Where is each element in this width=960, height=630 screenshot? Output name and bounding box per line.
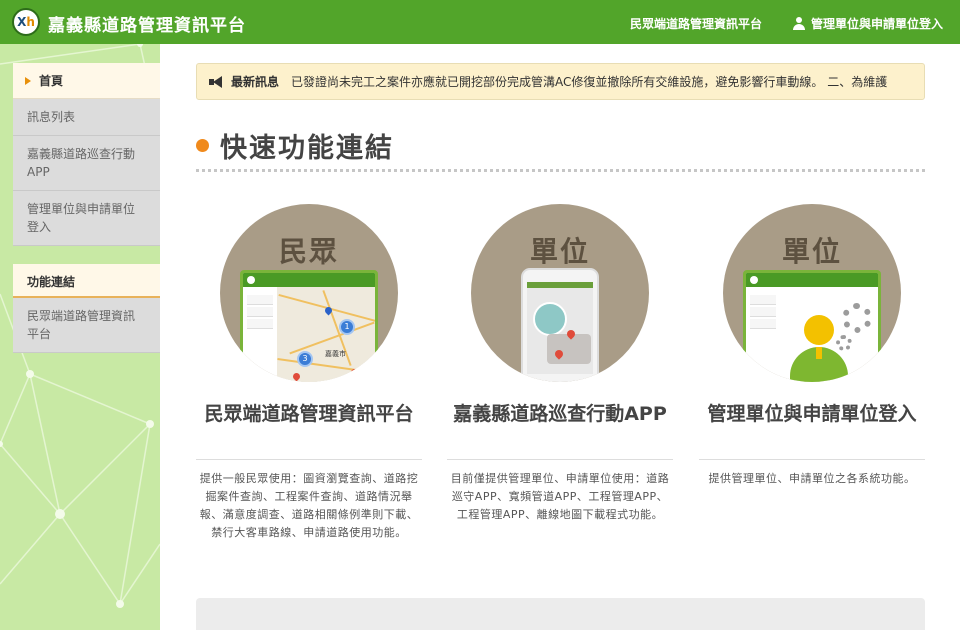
gear-icon — [836, 335, 852, 351]
bottom-panel — [196, 598, 925, 630]
map-city-label: 嘉義市 — [325, 350, 346, 358]
card-description: 提供管理單位、申請單位之各系統功能。 — [708, 472, 916, 485]
card-divider — [699, 459, 925, 460]
card-image-circle[interactable]: 單位 — [723, 204, 901, 382]
map-pin-icon — [291, 371, 302, 382]
top-header: Xh 嘉義縣道路管理資訊平台 民眾端道路管理資訊平台 管理單位與申請單位登入 — [0, 0, 960, 44]
section-title: 快速功能連結 — [220, 133, 394, 164]
tie-icon — [816, 347, 822, 359]
card-image-circle[interactable]: 民眾 1 3 嘉義市 — [220, 204, 398, 382]
megaphone-icon — [209, 75, 225, 88]
sidebar-group-title: 功能連結 — [13, 264, 160, 298]
card-title[interactable]: 嘉義縣道路巡查行動APP — [447, 402, 673, 426]
sidebar-item-public-platform[interactable]: 民眾端道路管理資訊平台 — [13, 298, 160, 353]
map-illustration: 1 3 嘉義市 — [277, 287, 375, 382]
person-head-icon — [804, 315, 834, 345]
gear-icon — [842, 303, 872, 333]
sidebar-item-patrol-app[interactable]: 嘉義縣道路巡查行動APP — [13, 136, 160, 191]
site-title[interactable]: 嘉義縣道路管理資訊平台 — [48, 11, 246, 36]
sidebar-item-home[interactable]: 首頁 — [13, 63, 160, 99]
news-label: 最新訊息 — [231, 75, 280, 89]
triangle-right-icon — [25, 76, 31, 85]
nav-public-platform-link[interactable]: 民眾端道路管理資訊平台 — [630, 15, 762, 32]
bullet-dot-icon — [196, 139, 209, 152]
card-description: 目前僅提供管理單位、申請單位使用：道路巡守APP、寬頻管道APP、工程管理APP… — [450, 472, 670, 521]
dotted-divider — [196, 169, 925, 172]
card-divider — [447, 459, 673, 460]
user-icon — [792, 16, 806, 31]
monitor-map-illustration: 1 3 嘉義市 — [240, 270, 378, 382]
card-description: 提供一般民眾使用：圖資瀏覽查詢、道路挖掘案件查詢、工程案件查詢、道路情況舉報、滿… — [199, 472, 419, 539]
card-badge: 單位 — [529, 235, 590, 268]
card-title[interactable]: 管理單位與申請單位登入 — [699, 402, 925, 426]
sidebar-item-login[interactable]: 管理單位與申請單位登入 — [13, 191, 160, 246]
map-cluster-marker: 3 — [297, 351, 313, 367]
sidebar-group-links: 功能連結 民眾端道路管理資訊平台 — [13, 264, 160, 353]
nav-login-label: 管理單位與申請單位登入 — [811, 17, 944, 31]
nav-login-link[interactable]: 管理單位與申請單位登入 — [792, 15, 943, 32]
card-divider — [196, 459, 422, 460]
sidebar-item-messages[interactable]: 訊息列表 — [13, 99, 160, 136]
card-badge: 單位 — [781, 235, 842, 268]
phone-app-illustration — [521, 268, 599, 382]
card-title[interactable]: 民眾端道路管理資訊平台 — [196, 402, 422, 426]
map-cluster-marker: 1 — [339, 319, 355, 335]
news-ticker[interactable]: 最新訊息 已發證尚未完工之案件亦應就已開挖部份完成管溝AC修復並撤除所有交維設施… — [196, 63, 925, 100]
sidebar-item-label: 首頁 — [39, 73, 64, 88]
card-badge: 民眾 — [278, 235, 339, 268]
section-heading: 快速功能連結 — [196, 126, 394, 165]
card-image-circle[interactable]: 單位 — [471, 204, 649, 382]
county-logo-icon[interactable]: Xh — [12, 8, 40, 36]
sidebar-menu: 首頁 訊息列表 嘉義縣道路巡查行動APP 管理單位與申請單位登入 功能連結 民眾… — [13, 63, 160, 353]
app-badge-icon — [533, 302, 567, 336]
monitor-admin-illustration — [743, 270, 881, 382]
news-text[interactable]: 已發證尚未完工之案件亦應就已開挖部份完成管溝AC修復並撤除所有交維設施，避免影響… — [291, 73, 887, 90]
